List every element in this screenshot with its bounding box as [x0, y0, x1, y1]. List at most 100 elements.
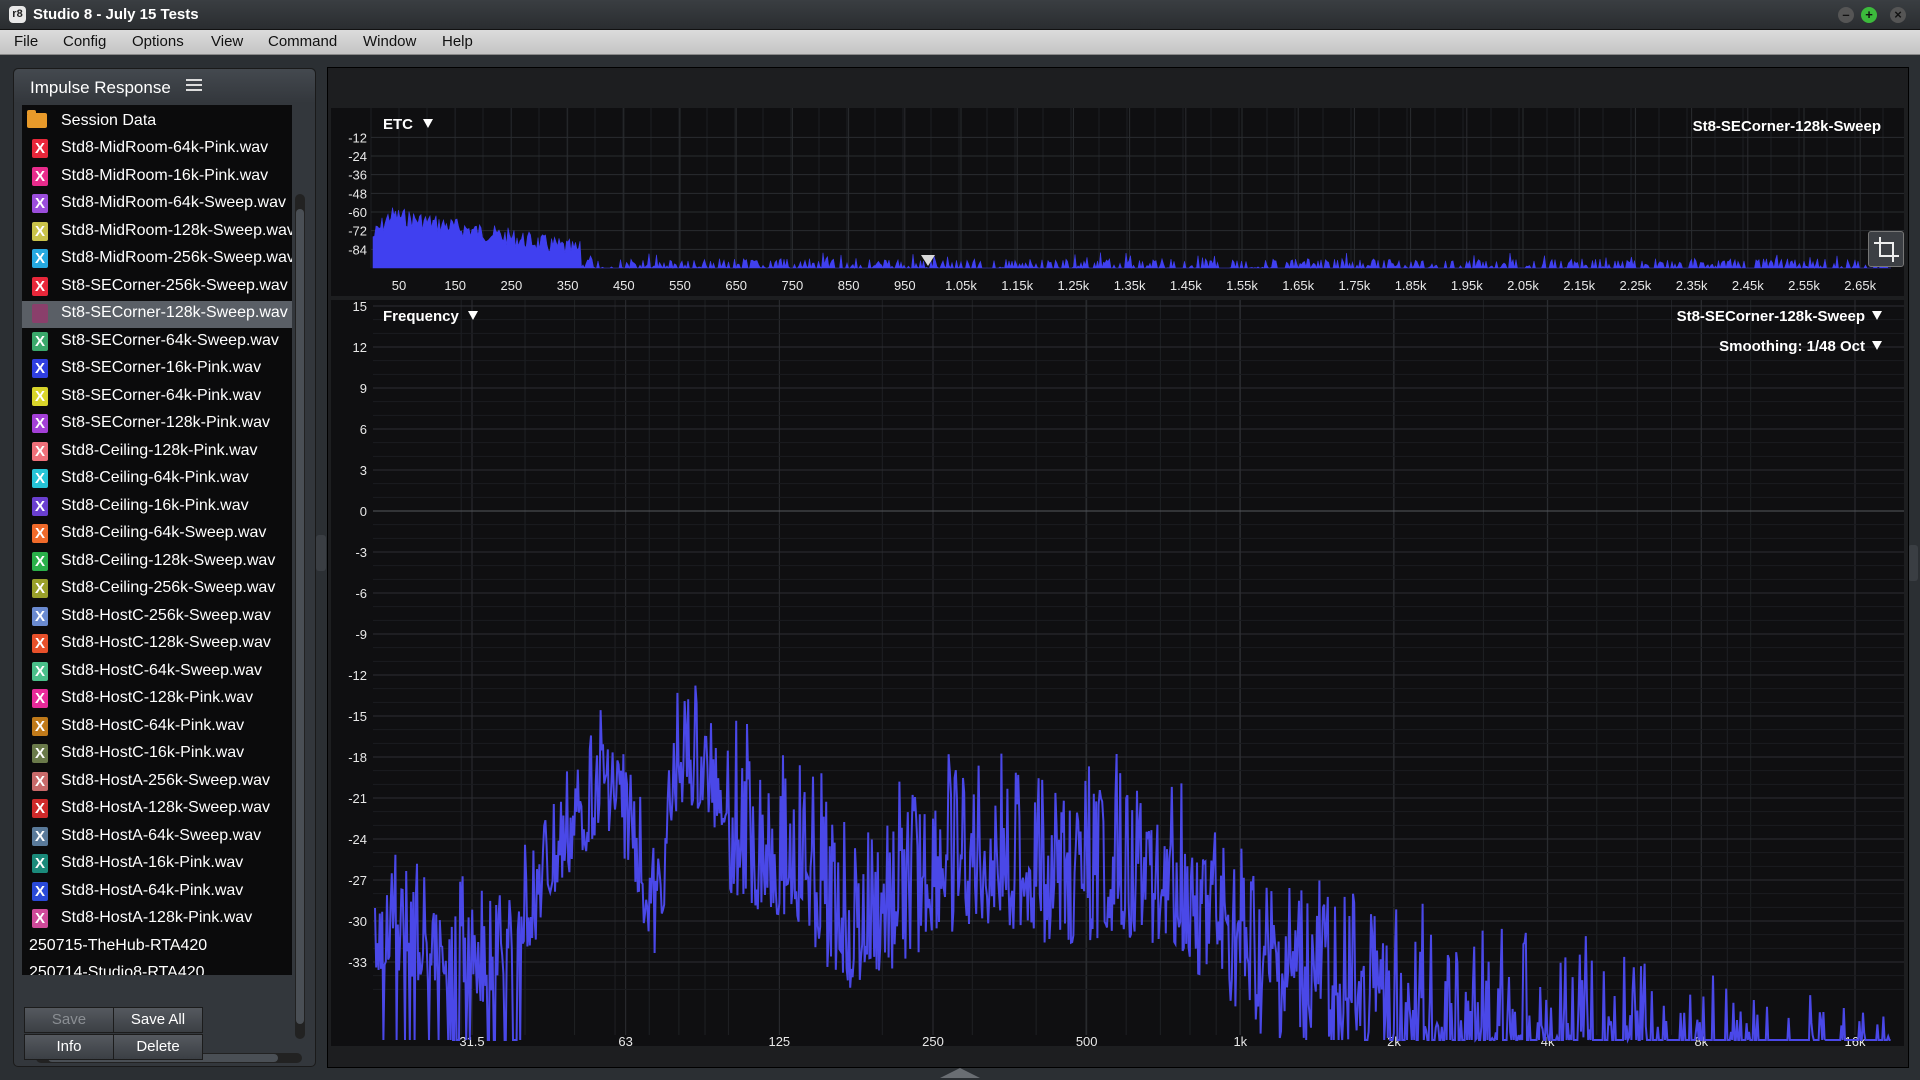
measurement-color-icon[interactable]: X — [32, 441, 48, 461]
measurement-color-icon[interactable]: X — [32, 909, 48, 928]
etc-mode-dropdown[interactable]: ETC — [383, 116, 413, 133]
file-name: St8-SECorner-16k-Pink.wav — [61, 359, 262, 376]
file-row[interactable]: X Std8-MidRoom-128k-Sweep.wav — [22, 219, 292, 246]
measurement-color-icon[interactable]: X — [32, 551, 48, 571]
file-row[interactable]: X St8-SECorner-256k-Sweep.wav — [22, 274, 292, 301]
measurement-color-icon[interactable]: X — [32, 524, 48, 543]
measurement-color-icon[interactable]: X — [32, 414, 48, 433]
measurement-color-icon[interactable]: X — [32, 166, 48, 186]
save-all-button[interactable]: Save All — [113, 1007, 203, 1033]
file-row[interactable]: X Std8-Ceiling-64k-Pink.wav — [22, 466, 292, 493]
panel-menu-icon[interactable] — [186, 76, 202, 92]
delete-button[interactable]: Delete — [113, 1034, 203, 1060]
measurement-color-icon[interactable]: X — [32, 771, 48, 791]
file-row[interactable]: X Std8-HostA-16k-Pink.wav — [22, 851, 292, 878]
file-row[interactable]: X Std8-HostA-128k-Sweep.wav — [22, 796, 292, 823]
measurement-color-icon[interactable]: X — [32, 386, 48, 406]
etc-x-tick: 1.65k — [1282, 278, 1314, 293]
file-row[interactable]: X Std8-HostA-256k-Sweep.wav — [22, 769, 292, 796]
right-panel-collapse-handle[interactable] — [1908, 545, 1918, 581]
file-row[interactable]: X Std8-HostC-128k-Sweep.wav — [22, 631, 292, 658]
etc-y-tick: -84 — [348, 242, 367, 257]
measurement-color-icon[interactable]: X — [32, 634, 48, 653]
menu-config[interactable]: Config — [63, 33, 106, 50]
measurement-color-icon[interactable]: X — [32, 661, 48, 681]
vertical-scroll-thumb[interactable] — [296, 209, 304, 1024]
menu-command[interactable]: Command — [268, 33, 337, 50]
file-row[interactable]: X Std8-Ceiling-64k-Sweep.wav — [22, 521, 292, 548]
file-name: Std8-MidRoom-64k-Pink.wav — [61, 139, 269, 156]
measurement-color-icon[interactable]: X — [32, 799, 48, 818]
file-row[interactable]: X Std8-Ceiling-128k-Sweep.wav — [22, 549, 292, 576]
file-row[interactable]: X Std8-HostC-128k-Pink.wav — [22, 686, 292, 713]
file-row[interactable]: X Std8-MidRoom-64k-Pink.wav — [22, 136, 292, 163]
menu-view[interactable]: View — [211, 33, 243, 50]
measurement-color-icon[interactable]: X — [32, 689, 48, 708]
etc-chart[interactable]: 50 150 250 350 450 550 650 750 850 950 1.05k 1.15k 1… — [331, 108, 1904, 296]
measurement-color-icon[interactable]: X — [32, 744, 48, 763]
file-row[interactable]: X Std8-HostA-64k-Sweep.wav — [22, 824, 292, 851]
measurement-color-icon[interactable]: X — [32, 221, 48, 241]
left-panel-collapse-handle[interactable] — [316, 535, 326, 571]
dropdown-arrow-icon — [423, 119, 433, 128]
minimize-button[interactable]: – — [1838, 7, 1854, 23]
measurement-color-icon[interactable]: X — [32, 194, 48, 213]
file-row[interactable]: X Std8-HostC-64k-Sweep.wav — [22, 659, 292, 686]
session-data-folder[interactable]: Session Data — [22, 109, 292, 135]
bottom-collapse-handle[interactable] — [940, 1068, 980, 1078]
measurement-color-icon[interactable]: X — [32, 276, 48, 296]
measurement-color-icon[interactable] — [32, 304, 48, 323]
frequency-measurement-dropdown[interactable]: St8-SECorner-128k-Sweep — [1677, 308, 1865, 325]
file-row[interactable]: X Std8-HostC-16k-Pink.wav — [22, 741, 292, 768]
file-row[interactable]: X Std8-HostC-64k-Pink.wav — [22, 714, 292, 741]
info-button[interactable]: Info — [24, 1034, 114, 1060]
vertical-scrollbar[interactable] — [295, 194, 305, 1039]
file-row[interactable]: X Std8-Ceiling-128k-Pink.wav — [22, 439, 292, 466]
menu-window[interactable]: Window — [363, 33, 416, 50]
file-row[interactable]: X St8-SECorner-64k-Pink.wav — [22, 384, 292, 411]
file-row[interactable]: X Std8-MidRoom-64k-Sweep.wav — [22, 191, 292, 218]
measurement-color-icon[interactable]: X — [32, 606, 48, 626]
file-row[interactable]: X St8-SECorner-128k-Pink.wav — [22, 411, 292, 438]
etc-y-tick: -24 — [348, 149, 367, 164]
etc-x-tick: 2.25k — [1619, 278, 1651, 293]
file-row[interactable]: X Std8-HostA-128k-Pink.wav — [22, 906, 292, 933]
file-row[interactable]: X Std8-MidRoom-256k-Sweep.wav — [22, 246, 292, 273]
measurement-color-icon[interactable]: X — [32, 881, 48, 901]
file-row[interactable]: X Std8-HostA-64k-Pink.wav — [22, 879, 292, 906]
measurement-color-icon[interactable]: X — [32, 826, 48, 846]
measurement-color-icon[interactable]: X — [32, 139, 48, 158]
measurement-color-icon[interactable]: X — [32, 331, 48, 351]
session-row[interactable]: 250714-Studio8-RTA420 — [22, 961, 292, 975]
measurement-color-icon[interactable]: X — [32, 359, 48, 378]
file-row[interactable]: X Std8-HostC-256k-Sweep.wav — [22, 604, 292, 631]
measurement-color-icon[interactable]: X — [32, 249, 48, 268]
measurement-color-icon[interactable]: X — [32, 854, 48, 873]
measurement-color-icon[interactable]: X — [32, 469, 48, 488]
file-row[interactable]: X Std8-MidRoom-16k-Pink.wav — [22, 164, 292, 191]
file-row[interactable]: X Std8-Ceiling-256k-Sweep.wav — [22, 576, 292, 603]
etc-x-tick: 2.65k — [1844, 278, 1876, 293]
file-name: Std8-Ceiling-256k-Sweep.wav — [61, 579, 276, 596]
menu-file[interactable]: File — [14, 33, 38, 50]
session-row[interactable]: 250715-TheHub-RTA420 — [22, 934, 292, 961]
measurement-color-icon[interactable]: X — [32, 496, 48, 516]
measurement-color-icon[interactable]: X — [32, 579, 48, 598]
etc-x-tick: 1.15k — [1001, 278, 1033, 293]
file-row[interactable]: X St8-SECorner-16k-Pink.wav — [22, 356, 292, 383]
maximize-button[interactable]: + — [1861, 7, 1877, 23]
file-name: Std8-HostC-128k-Pink.wav — [61, 689, 254, 706]
file-row[interactable]: St8-SECorner-128k-Sweep.wav — [22, 301, 292, 328]
crop-icon[interactable] — [1868, 231, 1904, 267]
measurement-color-icon[interactable]: X — [32, 716, 48, 736]
save-button[interactable]: Save — [24, 1007, 114, 1033]
file-name: Std8-HostA-64k-Pink.wav — [61, 881, 244, 899]
close-button[interactable]: × — [1890, 7, 1906, 23]
file-row[interactable]: X Std8-Ceiling-16k-Pink.wav — [22, 494, 292, 521]
menu-options[interactable]: Options — [132, 33, 184, 50]
file-row[interactable]: X St8-SECorner-64k-Sweep.wav — [22, 329, 292, 356]
frequency-chart[interactable]: 31.5 63 125 250 500 1k 2k 4k 8k 16k15129630-3-6-9… — [331, 299, 1904, 1049]
menu-help[interactable]: Help — [442, 33, 473, 50]
smoothing-dropdown[interactable]: Smoothing: 1/48 Oct — [1719, 338, 1865, 355]
frequency-mode-dropdown[interactable]: Frequency — [383, 308, 460, 325]
